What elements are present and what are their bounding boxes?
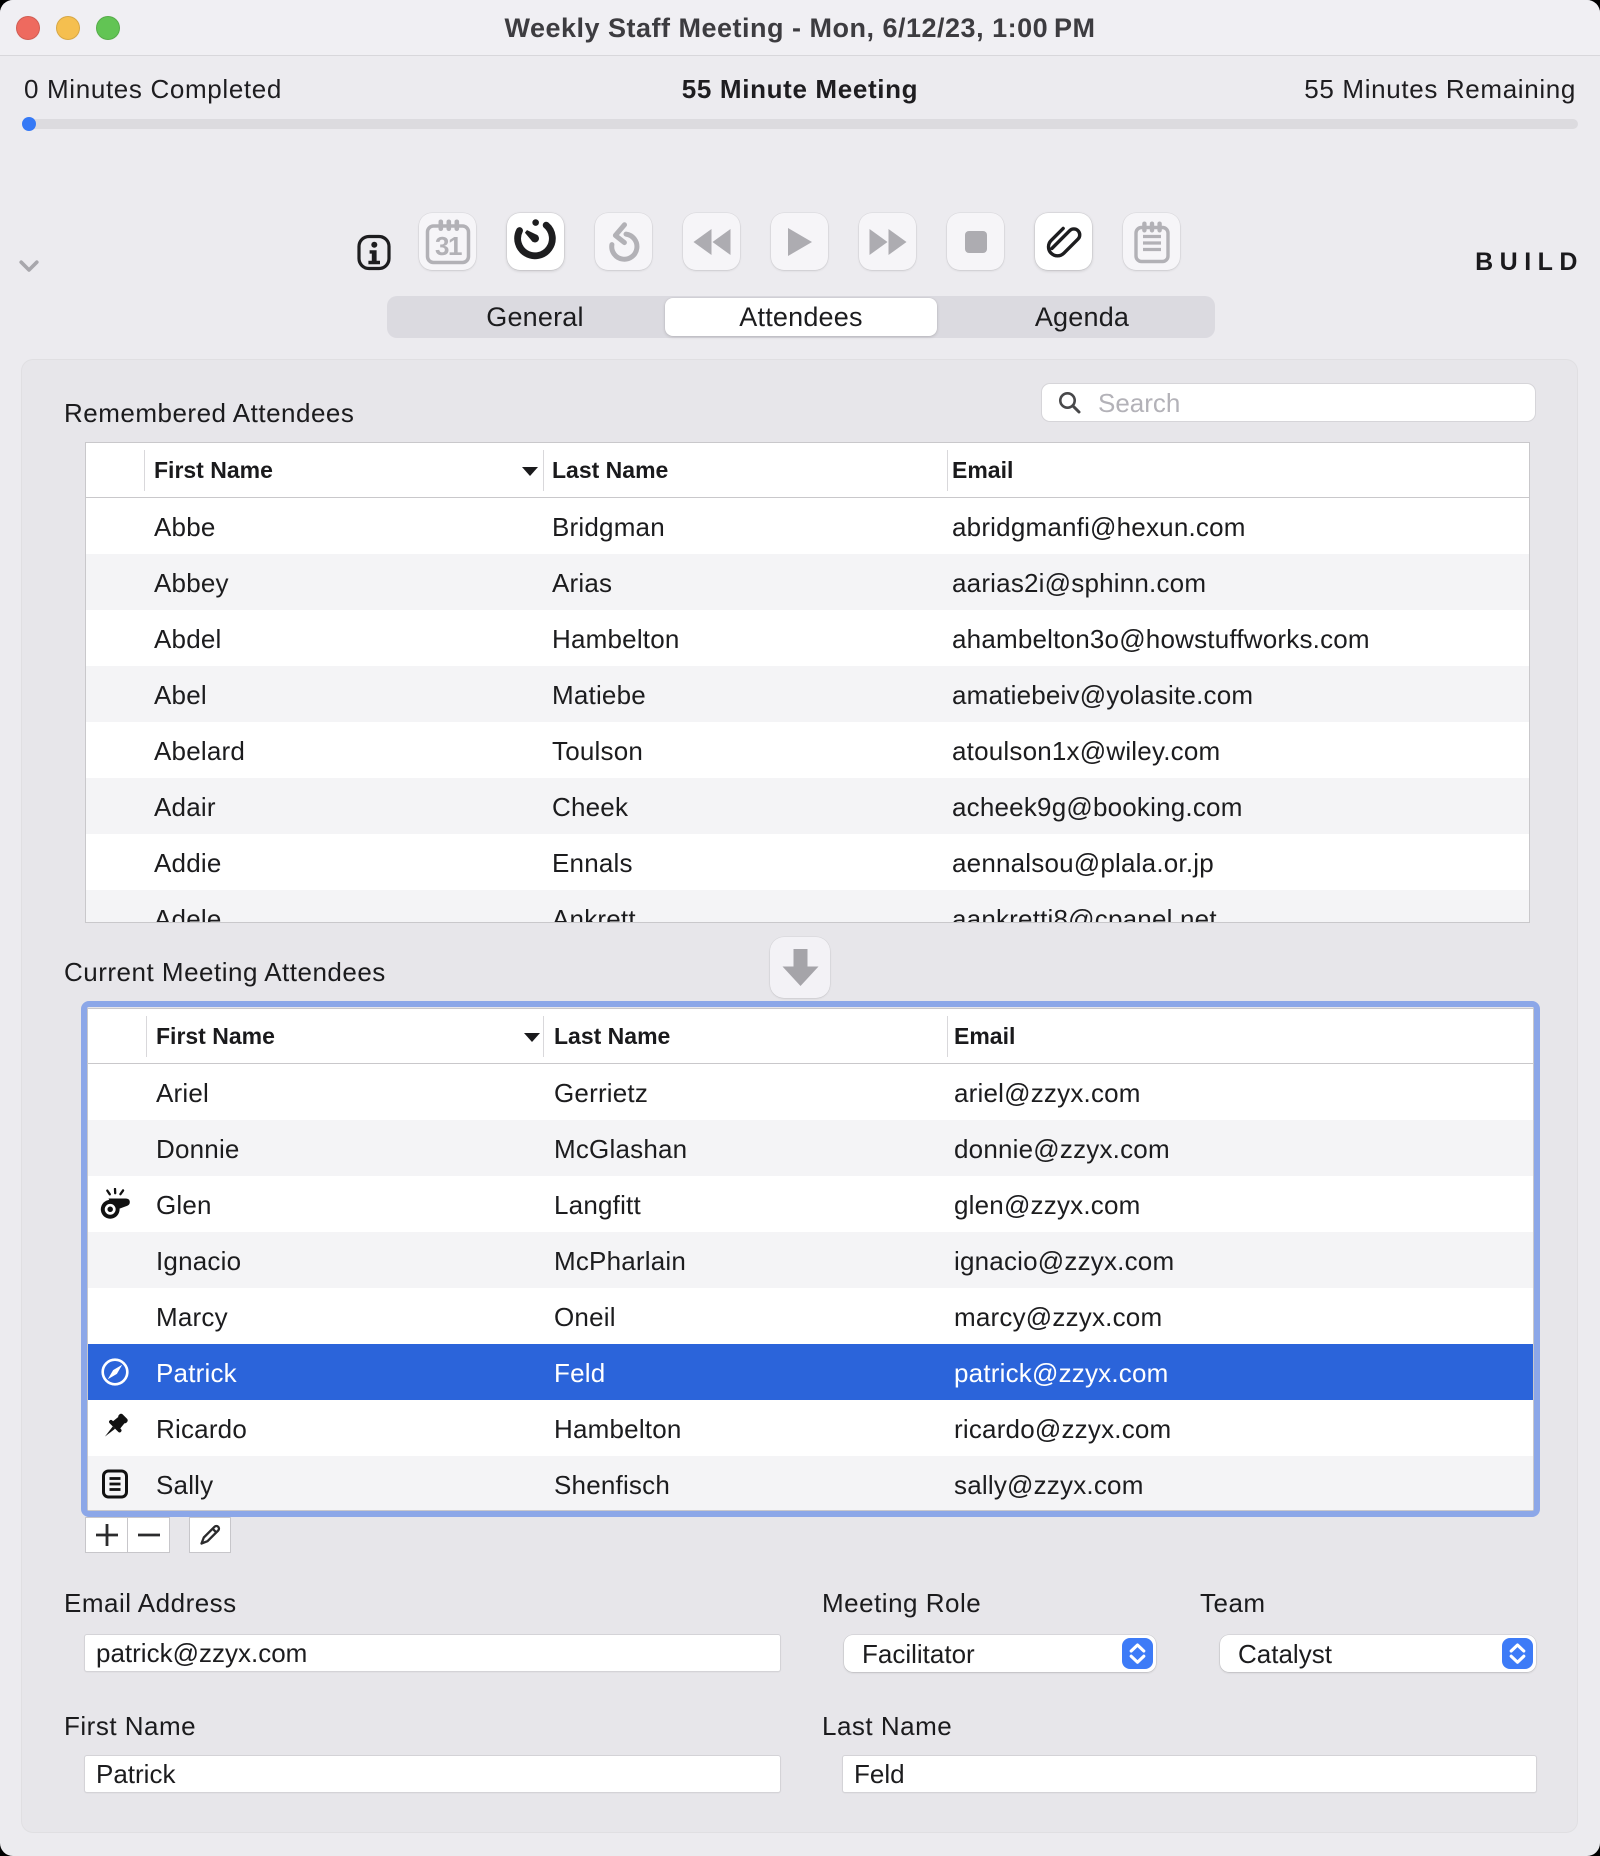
svg-text:31: 31	[435, 231, 462, 261]
